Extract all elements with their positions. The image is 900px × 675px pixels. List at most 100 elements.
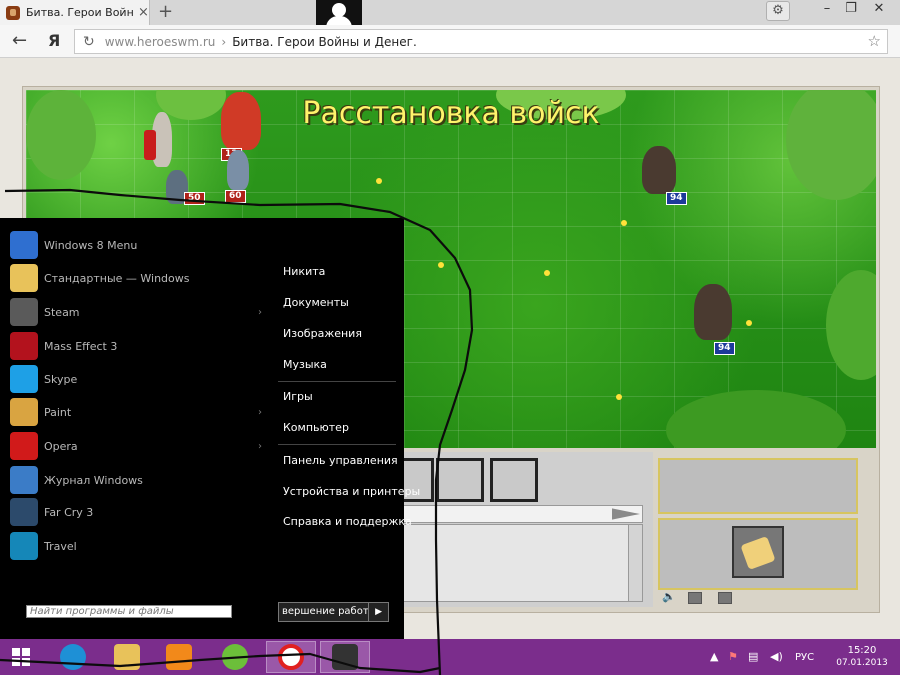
- unit-count: 94: [666, 192, 687, 205]
- place-control-panel[interactable]: Панель управления: [283, 454, 398, 467]
- window-restore-button[interactable]: ❐: [838, 0, 864, 18]
- opera-icon: [10, 432, 38, 460]
- unit-sprite-dragon-icon: [221, 92, 261, 150]
- game-app-icon: [222, 644, 248, 670]
- army-slot[interactable]: [436, 458, 484, 502]
- start-app-item[interactable]: Paint ›: [10, 398, 270, 426]
- tab-title: Битва. Герои Войны и: [26, 6, 134, 19]
- place-help-support[interactable]: Справка и поддержка: [283, 515, 412, 528]
- windows8-menu-icon: [10, 231, 38, 259]
- new-tab-button[interactable]: +: [158, 2, 173, 22]
- reload-icon[interactable]: ↻: [83, 34, 95, 50]
- user-avatar-icon[interactable]: [316, 0, 362, 28]
- url-separator: ›: [221, 34, 227, 49]
- start-app-item[interactable]: Стандартные — Windows: [10, 264, 270, 292]
- start-app-label: Стандартные — Windows: [44, 271, 190, 285]
- unit-gargoyle-lower[interactable]: 94: [688, 284, 748, 355]
- place-pictures[interactable]: Изображения: [283, 327, 362, 340]
- sound-icon[interactable]: 🔈: [662, 590, 676, 603]
- place-devices-printers[interactable]: Устройства и принтеры: [283, 485, 420, 498]
- flower-decoration-icon: [544, 270, 550, 276]
- taskbar-app-odnoklassniki[interactable]: [154, 641, 204, 673]
- unit-gargoyle-upper[interactable]: 94: [636, 146, 696, 206]
- start-app-item[interactable]: Steam ›: [10, 298, 270, 326]
- taskbar-app-yandex-browser[interactable]: [266, 641, 316, 673]
- url-host: www.heroeswm.ru: [104, 34, 216, 49]
- place-music[interactable]: Музыка: [283, 358, 327, 371]
- start-app-item[interactable]: Skype: [10, 365, 270, 393]
- tray-volume-icon[interactable]: ◀): [770, 650, 783, 664]
- unit-knight-hero[interactable]: [144, 112, 184, 172]
- language-indicator[interactable]: РУС: [795, 652, 814, 663]
- start-app-item[interactable]: Windows 8 Menu: [10, 231, 270, 259]
- start-menu: Windows 8 Menu Стандартные — Windows Steam…: [0, 218, 420, 639]
- start-app-label: Paint: [44, 405, 72, 419]
- browser-tab[interactable]: Битва. Герои Войны и ×: [0, 0, 150, 25]
- clock-time: 15:20: [847, 645, 877, 656]
- yandex-logo-icon[interactable]: Я: [48, 31, 60, 51]
- unit-sprite-gargoyle-icon: [694, 284, 732, 340]
- tray-chevron-icon[interactable]: ▲: [710, 650, 718, 664]
- flower-decoration-icon: [376, 178, 382, 184]
- options-icon[interactable]: [718, 592, 732, 604]
- shutdown-arrow-icon[interactable]: ▶: [368, 603, 388, 621]
- internet-explorer-icon: [60, 644, 86, 670]
- submenu-arrow-icon[interactable]: ›: [258, 307, 262, 318]
- windows-logo-icon: [12, 648, 30, 666]
- start-app-item[interactable]: Журнал Windows: [10, 466, 270, 494]
- start-app-label: Skype: [44, 372, 78, 386]
- tray-network-icon[interactable]: ▤: [748, 650, 758, 664]
- place-user[interactable]: Никита: [283, 265, 325, 278]
- flower-decoration-icon: [621, 220, 627, 226]
- window-minimize-button[interactable]: –: [814, 0, 840, 18]
- farcry-icon: [10, 498, 38, 526]
- menu-divider: [278, 381, 396, 382]
- travel-icon: [10, 532, 38, 560]
- shutdown-label: вершение работ: [282, 606, 369, 617]
- battle-log[interactable]: [403, 524, 643, 602]
- clock-date: 07.01.2013: [836, 658, 888, 668]
- start-app-item[interactable]: Opera ›: [10, 432, 270, 460]
- tray-flag-icon[interactable]: ⚑: [728, 650, 738, 664]
- screen: Битва. Герои Войны и × + ⚙ – ❐ ✕ ← Я ↻ w…: [0, 0, 900, 675]
- folder-icon: [10, 264, 38, 292]
- shutdown-button[interactable]: вершение работ ▶: [278, 602, 389, 622]
- start-app-label: Steam: [44, 305, 80, 319]
- unit-archer-stack[interactable]: 60: [221, 150, 261, 203]
- window-close-button[interactable]: ✕: [866, 0, 892, 18]
- clock[interactable]: 15:20 07.01.2013: [832, 644, 892, 670]
- unit-cape-icon: [144, 130, 156, 160]
- yandex-browser-icon: [278, 644, 304, 670]
- tab-close-icon[interactable]: ×: [138, 5, 149, 20]
- menu-divider: [278, 444, 396, 445]
- submenu-arrow-icon[interactable]: ›: [258, 441, 262, 452]
- start-app-item[interactable]: Far Cry 3: [10, 498, 270, 526]
- bookmark-star-icon[interactable]: ☆: [868, 32, 881, 50]
- url-page-title: Битва. Герои Войны и Денег.: [232, 34, 417, 49]
- start-search-input[interactable]: Найти программы и файлы: [26, 605, 232, 618]
- place-documents[interactable]: Документы: [283, 296, 349, 309]
- back-arrow-icon[interactable]: ←: [12, 31, 27, 51]
- taskbar-app-file-explorer[interactable]: [102, 641, 152, 673]
- ready-button[interactable]: [732, 526, 784, 578]
- start-button[interactable]: [0, 639, 42, 675]
- place-games[interactable]: Игры: [283, 390, 313, 403]
- taskbar-app-game-app[interactable]: [210, 641, 260, 673]
- odnoklassniki-icon: [166, 644, 192, 670]
- start-app-item[interactable]: Travel: [10, 532, 270, 560]
- place-computer[interactable]: Компьютер: [283, 421, 349, 434]
- chat-input[interactable]: [403, 505, 643, 523]
- taskbar-app-steam[interactable]: [320, 641, 370, 673]
- start-app-label: Travel: [44, 539, 77, 553]
- unit-spearman-stack[interactable]: 50: [160, 170, 205, 210]
- chat-icon[interactable]: [688, 592, 702, 604]
- taskbar-app-internet-explorer[interactable]: [48, 641, 98, 673]
- url-field[interactable]: ↻ www.heroeswm.ru › Битва. Герои Войны и…: [74, 29, 888, 54]
- send-arrow-icon[interactable]: [612, 508, 640, 520]
- submenu-arrow-icon[interactable]: ›: [258, 407, 262, 418]
- start-app-label: Far Cry 3: [44, 505, 94, 519]
- settings-gear-icon[interactable]: ⚙: [766, 1, 790, 21]
- army-slot[interactable]: [490, 458, 538, 502]
- start-app-item[interactable]: Mass Effect 3: [10, 332, 270, 360]
- log-scrollbar[interactable]: [628, 525, 642, 601]
